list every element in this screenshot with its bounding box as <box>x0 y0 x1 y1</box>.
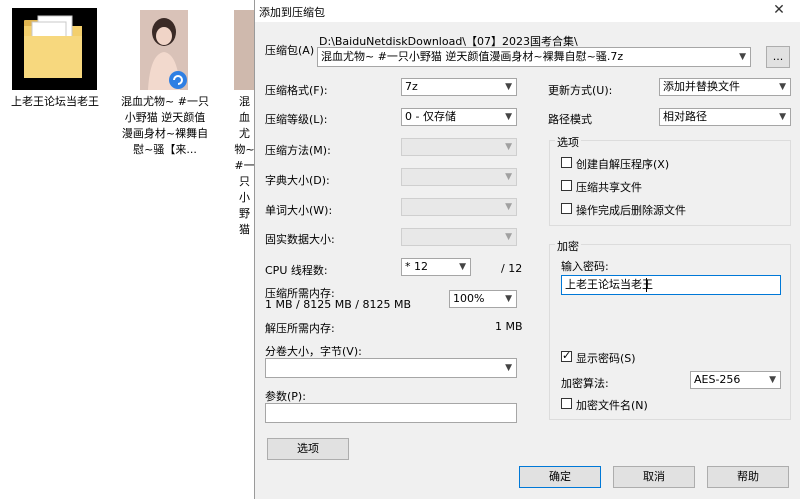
pathmode-value: 相对路径 <box>663 110 707 123</box>
pathmode-label: 路径模式 <box>548 113 592 126</box>
shared-checkbox[interactable] <box>561 180 572 191</box>
solid-select[interactable]: ▼ <box>401 228 517 246</box>
delete-label[interactable]: 操作完成后删除源文件 <box>576 202 686 218</box>
password-input[interactable]: 上老王论坛当老王 <box>561 275 781 295</box>
add-to-archive-dialog: 添加到压缩包 ✕ 压缩包(A) D:\BaiduNetdiskDownload\… <box>254 0 800 499</box>
word-label: 单词大小(W): <box>265 204 333 217</box>
folder-icon[interactable] <box>18 12 88 84</box>
update-select[interactable]: 添加并替换文件 ▼ <box>659 78 791 96</box>
chevron-down-icon: ▼ <box>505 142 512 152</box>
split-label: 分卷大小，字节(V): <box>265 345 362 358</box>
chevron-down-icon[interactable]: ▼ <box>779 109 786 125</box>
format-select[interactable]: 7z ▼ <box>401 78 517 96</box>
chevron-down-icon: ▼ <box>505 172 512 182</box>
dialog-title: 添加到压缩包 <box>259 6 325 19</box>
pathmode-select[interactable]: 相对路径 ▼ <box>659 108 791 126</box>
password-value: 上老王论坛当老王 <box>565 278 653 291</box>
browse-button[interactable]: ... <box>766 46 790 68</box>
chevron-down-icon: ▼ <box>505 232 512 242</box>
chevron-down-icon: ▼ <box>505 202 512 212</box>
archive-name-value: 混血尤物~ #一只小野猫 逆天颜值漫画身材~裸舞自慰~骚.7z <box>321 50 624 63</box>
folder-label[interactable]: 上老王论坛当老王 <box>10 93 100 109</box>
chevron-down-icon[interactable]: ▼ <box>739 48 746 66</box>
mem-comp-detail: 1 MB / 8125 MB / 8125 MB <box>265 298 411 311</box>
cpu-max: / 12 <box>501 262 523 275</box>
title-bar[interactable]: 添加到压缩包 ✕ <box>255 0 800 22</box>
encrypt-names-checkbox[interactable] <box>561 398 572 409</box>
delete-checkbox[interactable] <box>561 203 572 214</box>
split-select[interactable]: ▼ <box>265 358 517 378</box>
text-caret <box>646 278 647 292</box>
chevron-down-icon[interactable]: ▼ <box>459 259 466 275</box>
file-label[interactable]: 混血尤物~ #一只小野猫 逆天颜值漫画身材~裸舞自慰~骚【来... <box>120 93 210 157</box>
mem-decomp-label: 解压所需内存: <box>265 322 335 335</box>
update-value: 添加并替换文件 <box>663 80 740 93</box>
format-value: 7z <box>405 80 418 93</box>
level-value: 0 - 仅存储 <box>405 110 456 123</box>
level-select[interactable]: 0 - 仅存储 ▼ <box>401 108 517 126</box>
options-button[interactable]: 选项 <box>267 438 349 460</box>
solid-label: 固实数据大小: <box>265 233 335 246</box>
enc-method-select[interactable]: AES-256 ▼ <box>690 371 781 389</box>
mem-percent-select[interactable]: 100% ▼ <box>449 290 517 308</box>
update-label: 更新方式(U): <box>548 84 613 97</box>
show-password-checkbox[interactable]: ✓ <box>561 349 572 362</box>
options-group-title: 选项 <box>555 134 581 150</box>
sfx-label[interactable]: 创建自解压程序(X) <box>576 156 669 172</box>
show-password-label[interactable]: 显示密码(S) <box>576 350 636 366</box>
cpu-select[interactable]: * 12 ▼ <box>401 258 471 276</box>
mem-decomp-value: 1 MB <box>495 320 523 333</box>
level-label: 压缩等级(L): <box>265 113 328 126</box>
dict-label: 字典大小(D): <box>265 174 330 187</box>
shared-label[interactable]: 压缩共享文件 <box>576 179 642 195</box>
archive-label: 压缩包(A) <box>265 44 315 57</box>
file-thumbnail-partial[interactable] <box>234 10 255 90</box>
chevron-down-icon[interactable]: ▼ <box>505 359 512 377</box>
format-label: 压缩格式(F): <box>265 84 328 97</box>
sfx-checkbox[interactable] <box>561 157 572 168</box>
archive-name-combo[interactable]: 混血尤物~ #一只小野猫 逆天颜值漫画身材~裸舞自慰~骚.7z ▼ <box>317 47 751 67</box>
method-label: 压缩方法(M): <box>265 144 331 157</box>
check-icon: ✓ <box>562 349 572 362</box>
ok-button[interactable]: 确定 <box>519 466 601 488</box>
dict-select[interactable]: ▼ <box>401 168 517 186</box>
close-icon[interactable]: ✕ <box>771 2 787 18</box>
desktop: 上老王论坛当老王 混血尤物~ #一只小野猫 逆天颜值漫画身材~裸舞自慰~骚【来.… <box>0 0 255 499</box>
enc-method-label: 加密算法: <box>561 377 609 390</box>
word-select[interactable]: ▼ <box>401 198 517 216</box>
chevron-down-icon[interactable]: ▼ <box>779 79 786 95</box>
cancel-button[interactable]: 取消 <box>613 466 695 488</box>
chevron-down-icon[interactable]: ▼ <box>505 291 512 307</box>
mem-percent-value: 100% <box>453 292 485 305</box>
method-select[interactable]: ▼ <box>401 138 517 156</box>
chevron-down-icon[interactable]: ▼ <box>505 79 512 95</box>
password-label: 输入密码: <box>561 260 609 273</box>
encryption-group-title: 加密 <box>555 238 581 254</box>
file-label-partial[interactable]: 混血尤物~ #一只小野猫 <box>234 93 255 237</box>
params-label: 参数(P): <box>265 390 306 403</box>
chevron-down-icon[interactable]: ▼ <box>769 372 776 388</box>
cpu-value: * 12 <box>405 260 428 273</box>
chevron-down-icon[interactable]: ▼ <box>505 109 512 125</box>
encrypt-names-label[interactable]: 加密文件名(N) <box>576 397 648 413</box>
video-thumbnail-icon[interactable] <box>140 10 188 90</box>
enc-method-value: AES-256 <box>694 373 741 386</box>
params-input[interactable] <box>265 403 517 423</box>
cpu-label: CPU 线程数: <box>265 264 328 277</box>
help-button[interactable]: 帮助 <box>707 466 789 488</box>
